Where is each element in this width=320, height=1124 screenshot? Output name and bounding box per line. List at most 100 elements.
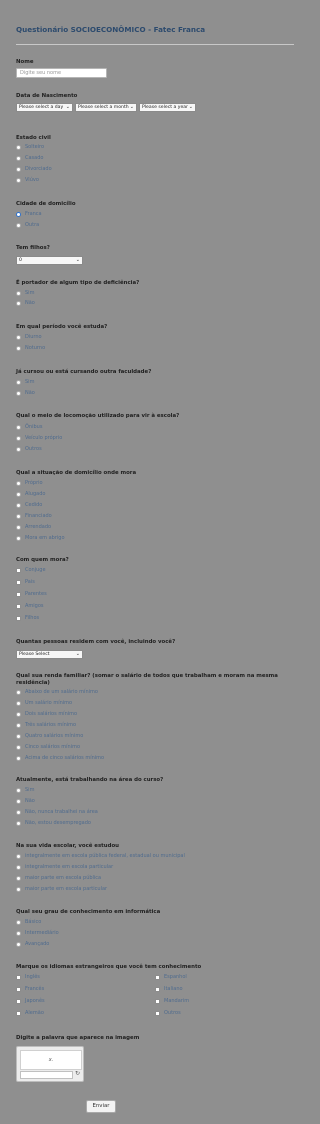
radio-button[interactable]	[16, 335, 21, 340]
radio-button[interactable]	[16, 854, 21, 859]
checkbox[interactable]	[16, 999, 21, 1004]
radio-button[interactable]	[16, 178, 21, 183]
radio-button[interactable]	[16, 756, 21, 761]
captcha-box: x. ↻	[16, 1046, 84, 1082]
nome-input[interactable]: Digite seu nome	[16, 68, 107, 78]
informatica-label: Qual seu grau de conhecimento em informá…	[16, 909, 161, 915]
day-select[interactable]: Please select a day ⌄	[16, 103, 73, 112]
option-label: Sim	[25, 379, 35, 385]
option-label: Sim	[25, 787, 35, 793]
month-select[interactable]: Please select a month ⌄	[75, 103, 137, 112]
radio-button[interactable]	[16, 525, 21, 530]
radio-button[interactable]	[16, 887, 21, 892]
nascimento-label: Data de Nascimento	[16, 93, 78, 99]
year-select[interactable]: Please select a year ⌄	[139, 103, 196, 112]
radio-button[interactable]	[16, 690, 21, 695]
option-label: Filhos	[25, 615, 40, 621]
radio-button[interactable]	[16, 503, 21, 508]
option-label: Próprio	[25, 480, 43, 486]
radio-button[interactable]	[16, 447, 21, 452]
radio-button[interactable]	[16, 380, 21, 385]
option-label: Abaixo de um salário mínimo	[25, 689, 98, 695]
checkbox[interactable]	[16, 1011, 21, 1016]
pessoas-select-value: Please Select	[19, 652, 50, 657]
refresh-icon[interactable]: ↻	[75, 1070, 80, 1077]
radio-button[interactable]	[16, 436, 21, 441]
radio-button[interactable]	[16, 291, 21, 296]
chevron-down-icon: ⌄	[65, 104, 70, 110]
title-divider	[16, 44, 294, 45]
captcha-image: x.	[20, 1050, 82, 1070]
option-label: Cedido	[25, 502, 43, 508]
checkbox[interactable]	[155, 1011, 160, 1016]
pessoas-select[interactable]: Please Select ⌄	[16, 650, 83, 659]
checkbox[interactable]	[16, 604, 21, 609]
radio-button[interactable]	[16, 492, 21, 497]
radio-button[interactable]	[16, 920, 21, 925]
option-label: Italiano	[164, 986, 183, 992]
radio-button[interactable]	[16, 745, 21, 750]
radio-button[interactable]	[16, 810, 21, 815]
radio-button[interactable]	[16, 301, 21, 306]
option-label: Quatro salários mínimo	[25, 733, 84, 739]
radio-button[interactable]	[16, 799, 21, 804]
radio-button[interactable]	[16, 156, 21, 161]
option-label: maior parte em escola particular	[25, 886, 108, 892]
option-label: Não, estou desempregado	[25, 820, 91, 826]
radio-button[interactable]	[16, 536, 21, 541]
option-label: Casado	[25, 155, 44, 161]
submit-button[interactable]: Enviar	[86, 1100, 116, 1113]
checkbox[interactable]	[155, 999, 160, 1004]
checkbox[interactable]	[155, 987, 160, 992]
year-select-value: Please select a year	[142, 105, 189, 110]
radio-button[interactable]	[16, 931, 21, 936]
radio-button[interactable]	[16, 425, 21, 430]
radio-button[interactable]	[16, 865, 21, 870]
radio-button[interactable]	[16, 942, 21, 947]
radio-button[interactable]	[16, 514, 21, 519]
radio-button[interactable]	[16, 223, 21, 228]
option-label: Não, nunca trabalhei na área	[25, 809, 98, 815]
chevron-down-icon: ⌄	[75, 257, 80, 263]
checkbox[interactable]	[16, 987, 21, 992]
checkbox[interactable]	[16, 616, 21, 621]
option-label: Arrendado	[25, 524, 52, 530]
page-title: Questionário SOCIOECONÔMICO - Fatec Fran…	[16, 25, 206, 34]
radio-button[interactable]	[16, 145, 21, 150]
radio-button-selected[interactable]	[16, 212, 21, 217]
radio-button[interactable]	[16, 167, 21, 172]
filhos-select[interactable]: 0 ⌄	[16, 256, 83, 265]
captcha-input[interactable]	[20, 1071, 73, 1079]
vida-escolar-label: Na sua vida escolar, você estudou	[16, 843, 119, 849]
option-label: Divorciado	[25, 166, 52, 172]
radio-button[interactable]	[16, 712, 21, 717]
radio-button[interactable]	[16, 734, 21, 739]
option-label: Outros	[164, 1010, 181, 1016]
option-label: Mora em abrigo	[25, 535, 65, 541]
checkbox[interactable]	[16, 568, 21, 573]
radio-button[interactable]	[16, 788, 21, 793]
radio-button[interactable]	[16, 391, 21, 396]
option-label: integralmente em escola pública federal,…	[25, 853, 185, 859]
radio-button[interactable]	[16, 701, 21, 706]
option-label: Outros	[25, 446, 42, 452]
checkbox[interactable]	[16, 975, 21, 980]
checkbox[interactable]	[16, 580, 21, 585]
option-label: Viúvo	[25, 177, 39, 183]
radio-button[interactable]	[16, 876, 21, 881]
checkbox[interactable]	[16, 592, 21, 597]
situacao-domicilio-label: Qual a situação de domicílio onde mora	[16, 470, 137, 476]
estado-civil-label: Estado civil	[16, 135, 51, 141]
option-label: Espanhol	[164, 974, 187, 980]
option-label: Diurno	[25, 334, 42, 340]
radio-button[interactable]	[16, 821, 21, 826]
option-label: Cinco salários mínimo	[25, 744, 81, 750]
nome-label: Nome	[16, 59, 34, 65]
option-label: Franca	[25, 211, 42, 217]
checkbox[interactable]	[155, 975, 160, 980]
radio-button[interactable]	[16, 723, 21, 728]
radio-button[interactable]	[16, 346, 21, 351]
form-container: Questionário SOCIOECONÔMICO - Fatec Fran…	[0, 0, 310, 1124]
radio-button[interactable]	[16, 481, 21, 486]
option-label: Um salário mínimo	[25, 700, 73, 706]
